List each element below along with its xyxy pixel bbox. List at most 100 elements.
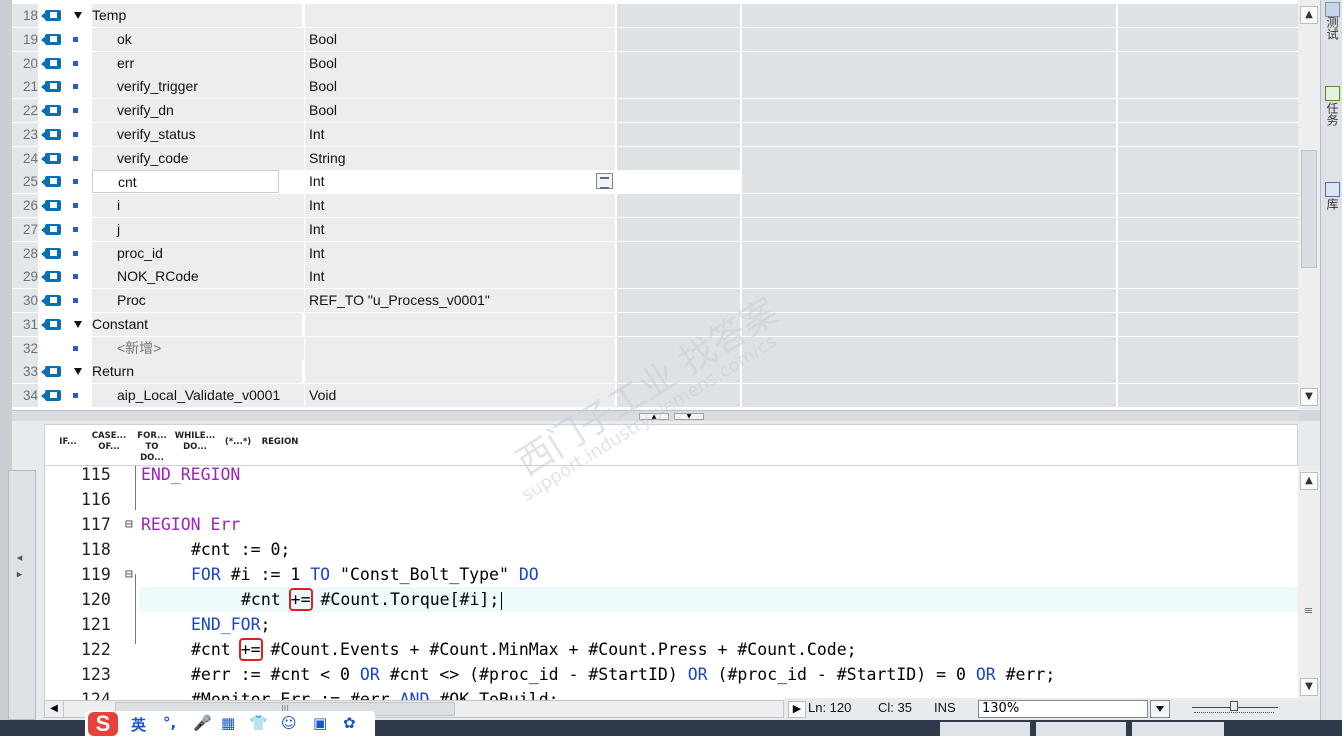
default-value-cell[interactable] xyxy=(617,51,740,75)
extra-cell[interactable] xyxy=(1118,27,1298,51)
code-line[interactable]: 117 ⊟ REGION Err xyxy=(45,512,1299,537)
default-value-cell[interactable] xyxy=(617,75,740,99)
code-line[interactable]: 120 #cnt += #Count.Torque[#i]; xyxy=(81,587,1299,612)
variable-type[interactable]: Bool xyxy=(305,51,615,75)
extra-cell[interactable] xyxy=(1118,217,1298,241)
variable-name[interactable]: cnt xyxy=(92,170,279,194)
emoji-icon[interactable]: ☺ xyxy=(281,714,297,732)
taskbar-window-1[interactable] xyxy=(940,722,1030,736)
variable-type[interactable]: Int xyxy=(305,265,615,289)
variable-type[interactable]: Int xyxy=(305,217,615,241)
variable-type[interactable] xyxy=(305,360,615,384)
comment-cell[interactable] xyxy=(742,194,1116,217)
scroll-grip-icon[interactable]: ≡ xyxy=(1304,604,1313,617)
variable-row[interactable]: 31 Constant xyxy=(12,312,1298,337)
default-value-cell[interactable] xyxy=(617,194,740,217)
variable-type[interactable] xyxy=(305,4,615,27)
taskbar-window-3[interactable] xyxy=(1132,722,1224,736)
variable-type[interactable]: Int xyxy=(305,241,615,265)
for-button[interactable]: FOR... TO DO... xyxy=(133,431,171,463)
default-value-cell[interactable] xyxy=(617,217,740,241)
left-panel-arrow-icon[interactable]: ◂ ▸ xyxy=(13,551,26,581)
extra-cell[interactable] xyxy=(1118,51,1298,75)
variable-name[interactable]: verify_trigger xyxy=(92,75,304,99)
comment-cell[interactable] xyxy=(742,217,1116,241)
microphone-icon[interactable]: 🎤 xyxy=(193,714,212,732)
variable-name[interactable]: Constant xyxy=(92,312,302,336)
variable-type[interactable]: Bool xyxy=(305,75,615,99)
variable-name[interactable]: Temp xyxy=(92,4,302,27)
variable-table-vscroll[interactable]: ▲ ▼ xyxy=(1298,0,1320,410)
variable-row[interactable]: 21 verify_trigger Bool xyxy=(12,75,1298,100)
variable-name[interactable]: aip_Local_Validate_v0001 xyxy=(92,384,304,407)
tab-tasks[interactable]: 任务 xyxy=(1323,102,1341,126)
ime-toolbar[interactable]: S 英 °, 🎤 ▦ 👕 ☺ ▣ ✿ xyxy=(85,711,375,736)
comment-cell[interactable] xyxy=(742,99,1116,122)
variable-type[interactable] xyxy=(305,336,615,360)
variable-name[interactable]: j xyxy=(92,217,304,241)
fold-toggle-icon[interactable]: ⊟ xyxy=(125,562,133,587)
comment-cell[interactable] xyxy=(742,75,1116,99)
variable-row[interactable]: 26 i Int xyxy=(12,194,1298,218)
variable-row[interactable]: 23 verify_status Int xyxy=(12,122,1298,147)
variable-type[interactable]: Bool xyxy=(305,99,615,122)
type-picker-icon[interactable] xyxy=(596,173,613,190)
extra-cell[interactable] xyxy=(1118,194,1298,217)
variable-type[interactable]: String xyxy=(305,146,615,170)
extra-cell[interactable] xyxy=(1118,360,1298,384)
code-scroll-up-icon[interactable]: ▲ xyxy=(1300,472,1318,490)
comment-cell[interactable] xyxy=(742,146,1116,170)
tab-testing[interactable]: 测试 xyxy=(1323,16,1341,40)
left-collapsed-panel[interactable]: ◂ ▸ xyxy=(8,470,36,720)
toolbox-icon[interactable]: ▣ xyxy=(313,714,327,732)
comment-cell[interactable] xyxy=(742,360,1116,384)
scroll-up-arrow-icon[interactable]: ▲ xyxy=(1300,6,1318,24)
code-line[interactable]: 122 #cnt += #Count.Events + #Count.MinMax… xyxy=(45,637,1299,662)
variable-row[interactable]: 19 ok Bool xyxy=(12,27,1298,52)
default-value-cell[interactable] xyxy=(617,241,740,265)
ime-language-toggle[interactable]: 英 xyxy=(131,714,146,735)
variable-name[interactable]: verify_dn xyxy=(92,99,304,122)
fold-toggle-icon[interactable]: ⊟ xyxy=(125,512,133,537)
zoom-dropdown-icon[interactable] xyxy=(1150,700,1170,718)
code-line[interactable]: 123 #err := #cnt < 0 OR #cnt <> (#proc_id… xyxy=(45,662,1299,687)
status-expand-icon[interactable]: ▶ xyxy=(788,701,806,718)
extra-cell[interactable] xyxy=(1118,4,1298,27)
variable-row[interactable]: 30 Proc REF_TO "u_Process_v0001" xyxy=(12,289,1298,313)
extra-cell[interactable] xyxy=(1118,75,1298,99)
default-value-cell[interactable] xyxy=(617,4,740,27)
variable-name[interactable]: <新增> xyxy=(92,336,304,360)
variable-name[interactable]: Return xyxy=(92,360,302,384)
variable-name[interactable]: verify_status xyxy=(92,122,304,146)
variable-name[interactable]: i xyxy=(92,194,304,217)
comment-cell[interactable] xyxy=(742,241,1116,265)
variable-type[interactable]: Int xyxy=(305,170,615,194)
code-line[interactable]: 115 END_REGION xyxy=(45,466,1299,487)
default-value-cell[interactable] xyxy=(617,27,740,51)
default-value-cell[interactable] xyxy=(617,99,740,122)
default-value-cell[interactable] xyxy=(617,170,740,194)
tab-library[interactable]: 库 xyxy=(1323,198,1341,210)
while-button[interactable]: WHILE... DO... xyxy=(173,431,217,461)
variable-name[interactable]: verify_code xyxy=(92,146,304,170)
comment-cell[interactable] xyxy=(742,51,1116,75)
variable-type[interactable]: Int xyxy=(305,194,615,217)
extra-cell[interactable] xyxy=(1118,241,1298,265)
taskbar-window-2[interactable] xyxy=(1036,722,1126,736)
code-scroll-down-icon[interactable]: ▼ xyxy=(1300,678,1318,696)
if-button[interactable]: IF... xyxy=(53,437,83,467)
testing-tab-icon[interactable] xyxy=(1325,2,1340,17)
collapse-triangle-icon[interactable] xyxy=(74,320,82,328)
default-value-cell[interactable] xyxy=(617,146,740,170)
extra-cell[interactable] xyxy=(1118,146,1298,170)
code-line[interactable]: 121 END_FOR; xyxy=(45,612,1299,637)
variable-row[interactable]: 24 verify_code String xyxy=(12,146,1298,171)
scroll-down-arrow-icon[interactable]: ▼ xyxy=(1300,388,1318,406)
extra-cell[interactable] xyxy=(1118,336,1298,360)
library-tab-icon[interactable] xyxy=(1325,182,1340,197)
skin-icon[interactable]: 👕 xyxy=(249,714,268,732)
comment-cell[interactable] xyxy=(742,265,1116,289)
default-value-cell[interactable] xyxy=(617,122,740,146)
code-line[interactable]: 118 #cnt := 0; xyxy=(45,537,1299,562)
code-line[interactable]: 116 xyxy=(45,487,1299,512)
